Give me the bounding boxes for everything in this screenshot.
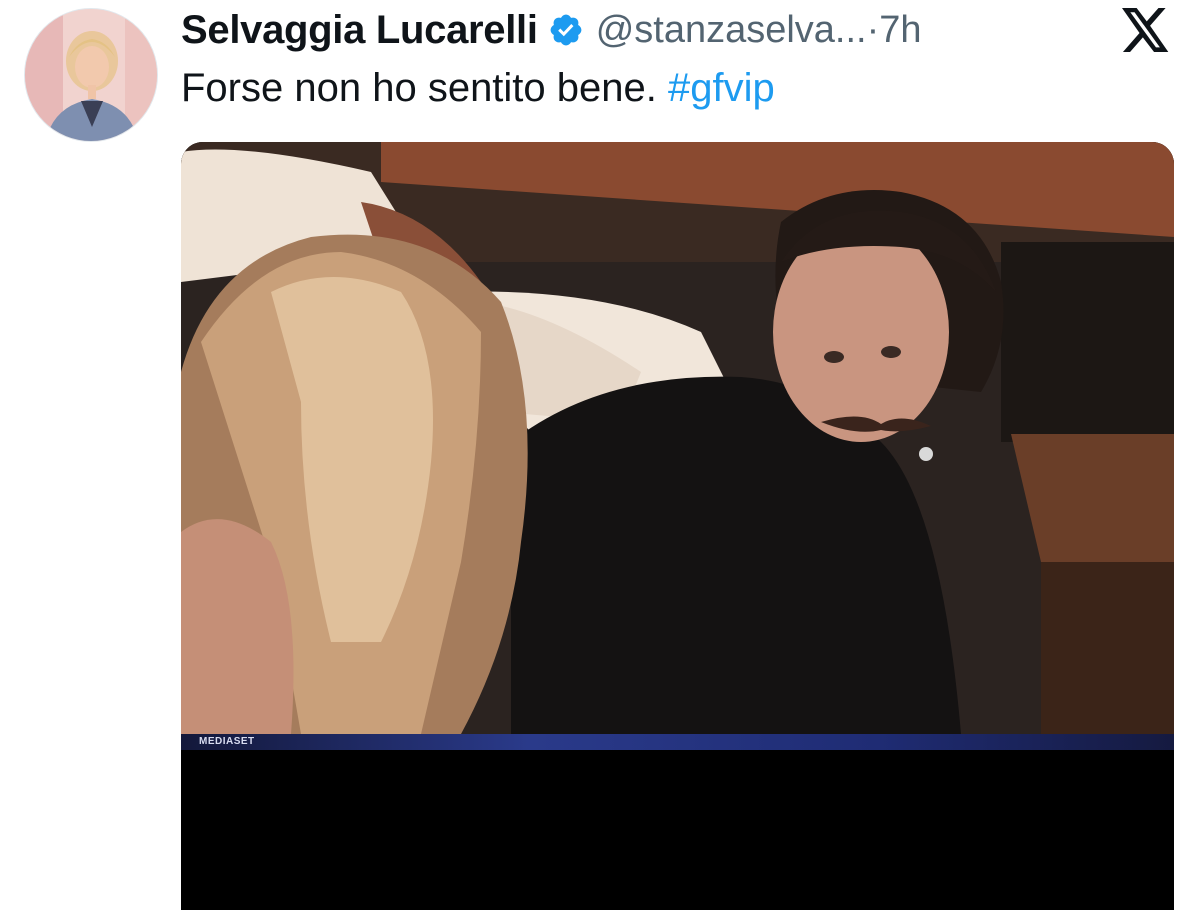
verified-badge-icon [548,12,584,48]
tweet-body: Forse non ho sentito bene. [181,66,657,110]
hashtag-link[interactable]: #gfvip [668,66,775,110]
watermark-label: MEDIASET [199,736,255,747]
avatar[interactable] [24,8,158,142]
x-logo-icon [1122,8,1170,52]
author-display-name[interactable]: Selvaggia Lucarelli [181,8,538,53]
tweet[interactable]: Selvaggia Lucarelli @stanzaselva... · 7h… [0,0,1200,910]
tweet-text: Forse non ho sentito bene. #gfvip [181,66,775,111]
avatar-photo [25,9,157,141]
separator-dot: · [866,8,880,51]
broadcast-banner: MEDIASET [181,734,1174,750]
tweet-header: Selvaggia Lucarelli @stanzaselva... · 7h [181,6,922,54]
video-frame [181,142,1174,734]
video-letterbox [181,750,1174,910]
tweet-video[interactable]: MEDIASET [181,142,1174,910]
author-handle[interactable]: @stanzaselva... [596,9,867,52]
tweet-timestamp[interactable]: 7h [879,9,921,52]
